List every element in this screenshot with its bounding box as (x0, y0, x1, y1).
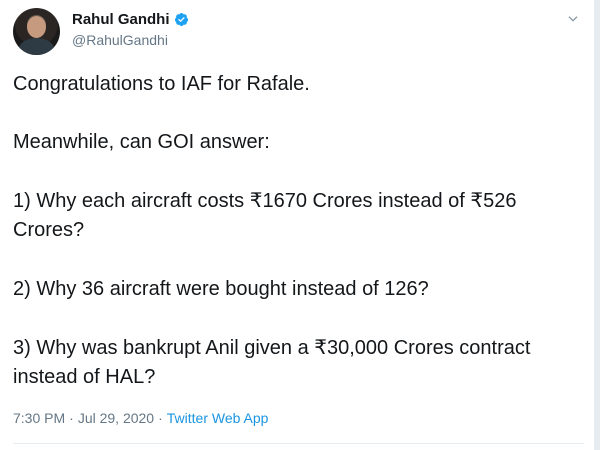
chevron-down-icon[interactable] (566, 12, 580, 26)
verified-badge-icon (174, 12, 188, 27)
tweet-meta: 7:30 PM · Jul 29, 2020 · Twitter Web App (13, 410, 268, 426)
tweet-date[interactable]: Jul 29, 2020 (78, 410, 154, 426)
name-row: Rahul Gandhi (72, 11, 189, 28)
display-name[interactable]: Rahul Gandhi (72, 11, 170, 28)
tweet-line-1: Congratulations to IAF for Rafale. (13, 73, 310, 95)
tweet-line-4: 2) Why 36 aircraft were bought instead o… (13, 278, 429, 300)
tweet-header: Rahul Gandhi @RahulGandhi (13, 6, 580, 56)
tweet-time[interactable]: 7:30 PM (13, 410, 65, 426)
scroll-edge (594, 0, 600, 450)
meta-separator-2: · (158, 410, 163, 426)
meta-separator: · (69, 410, 74, 426)
source-link[interactable]: Twitter Web App (167, 410, 269, 426)
tweet-line-5: 3) Why was bankrupt Anil given a ₹30,000… (13, 337, 531, 388)
avatar-face (27, 16, 46, 38)
divider (13, 443, 584, 444)
tweet-card: Rahul Gandhi @RahulGandhi Congratulation… (0, 0, 600, 450)
user-handle[interactable]: @RahulGandhi (72, 32, 168, 48)
tweet-line-3: 1) Why each aircraft costs ₹1670 Crores … (13, 190, 517, 241)
avatar-shirt (19, 38, 54, 55)
tweet-line-2: Meanwhile, can GOI answer: (13, 131, 270, 153)
avatar[interactable] (13, 8, 60, 55)
